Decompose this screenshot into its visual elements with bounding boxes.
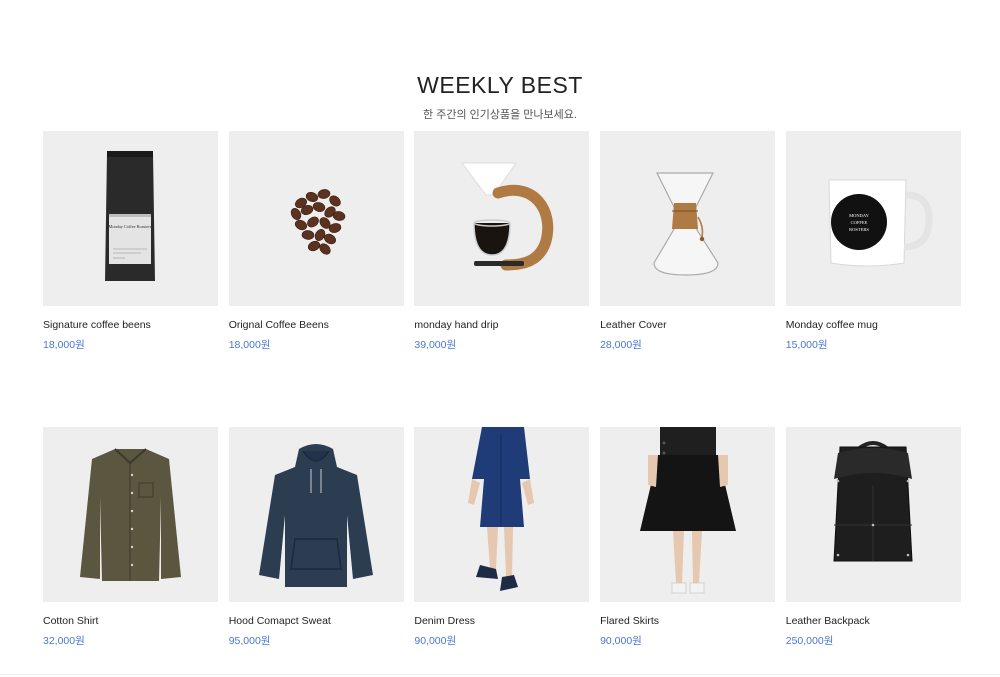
product-name[interactable]: Monday coffee mug	[786, 318, 961, 332]
section-header: WEEKLY BEST 한 주간의 인기상품을 만나보세요.	[0, 70, 1000, 122]
product-image[interactable]	[228, 427, 404, 602]
skirt-icon	[640, 427, 737, 594]
product-price: 15,000원	[785, 339, 828, 351]
product-price: 95,000원	[228, 635, 271, 647]
product-card[interactable]: Orignal Coffee Beens 18,000원	[228, 131, 404, 352]
coffee-beans-icon	[290, 189, 345, 255]
hoodie-icon	[258, 444, 373, 587]
product-name[interactable]: Cotton Shirt	[43, 614, 218, 628]
product-price: 90,000원	[414, 635, 457, 647]
product-price: 39,000원	[414, 339, 457, 351]
product-grid: Monday Coffee Roasters Signature coffee …	[43, 131, 961, 648]
product-card[interactable]: Leather Cover 28,000원	[600, 131, 776, 352]
product-image[interactable]	[600, 427, 776, 602]
hand-drip-icon	[461, 162, 554, 271]
product-image[interactable]: MONDAY COFFEE ROSTERS	[785, 131, 961, 306]
product-price: 250,000원	[785, 635, 834, 647]
mug-icon: MONDAY COFFEE ROSTERS	[828, 179, 933, 267]
product-image[interactable]	[785, 427, 961, 602]
mug-label-line: COFFEE	[850, 220, 867, 225]
product-price: 28,000원	[600, 339, 642, 351]
mug-label-line: ROSTERS	[849, 227, 869, 232]
product-image[interactable]	[414, 131, 590, 306]
shirt-icon	[80, 448, 181, 581]
product-image[interactable]	[600, 131, 776, 306]
bag-label-text: Monday Coffee Roasters	[109, 224, 152, 229]
product-name[interactable]: Orignal Coffee Beens	[229, 318, 404, 332]
footer-divider	[0, 674, 1000, 675]
product-image[interactable]	[228, 131, 404, 306]
product-card[interactable]: Flared Skirts 90,000원	[600, 427, 776, 648]
product-card[interactable]: Leather Backpack 250,000원	[785, 427, 961, 648]
product-card[interactable]: Denim Dress 90,000원	[414, 427, 590, 648]
dress-icon	[468, 427, 535, 591]
product-card[interactable]: MONDAY COFFEE ROSTERS Monday coffee mug …	[785, 131, 961, 352]
product-price: 32,000원	[43, 635, 85, 647]
product-image[interactable]: Monday Coffee Roasters	[43, 131, 218, 306]
section-subtitle: 한 주간의 인기상품을 만나보세요.	[423, 109, 577, 121]
product-price: 18,000원	[228, 339, 271, 351]
product-name[interactable]: Hood Comapct Sweat	[229, 614, 404, 628]
product-name[interactable]: Leather Backpack	[786, 614, 961, 628]
product-name[interactable]: Flared Skirts	[600, 614, 775, 628]
product-name[interactable]: monday hand drip	[414, 318, 589, 332]
product-card[interactable]: Cotton Shirt 32,000원	[43, 427, 218, 648]
product-card[interactable]: Hood Comapct Sweat 95,000원	[228, 427, 404, 648]
product-price: 90,000원	[600, 635, 642, 647]
mug-label-line: MONDAY	[849, 213, 870, 218]
chemex-icon	[653, 172, 719, 276]
product-card[interactable]: monday hand drip 39,000원	[414, 131, 590, 352]
product-image[interactable]	[43, 427, 218, 602]
product-image[interactable]	[414, 427, 590, 602]
product-card[interactable]: Monday Coffee Roasters Signature coffee …	[43, 131, 218, 352]
product-name[interactable]: Denim Dress	[414, 614, 589, 628]
section-title: WEEKLY BEST	[417, 72, 583, 98]
product-name[interactable]: Signature coffee beens	[43, 318, 218, 332]
coffee-bag-icon: Monday Coffee Roasters	[105, 151, 155, 281]
product-price: 18,000원	[43, 339, 85, 351]
product-name[interactable]: Leather Cover	[600, 318, 775, 332]
backpack-icon	[833, 441, 913, 562]
